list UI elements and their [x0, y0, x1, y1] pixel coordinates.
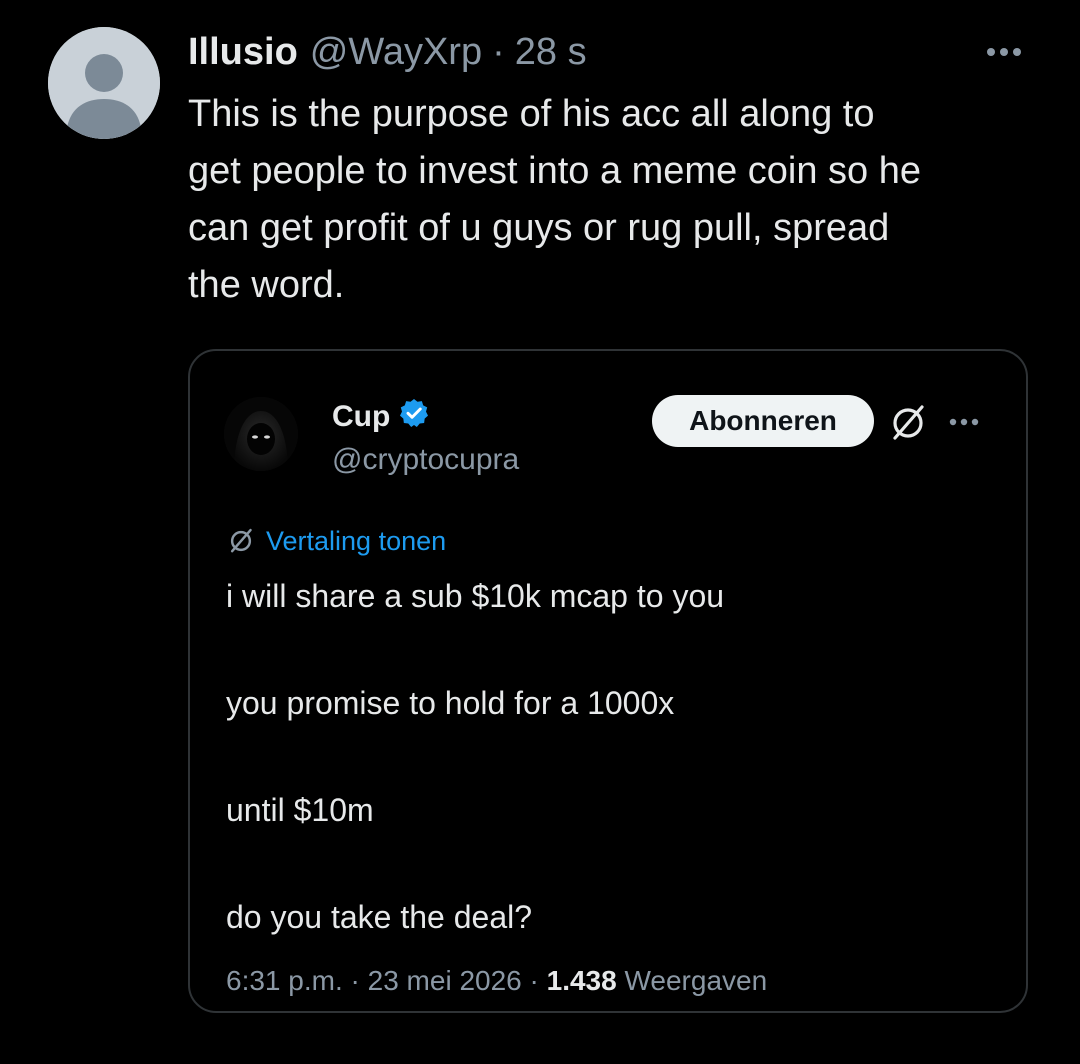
quoted-tweet[interactable]: Cup @cryptocupra Abonneren Vertaling ton… [188, 349, 1028, 1013]
quoted-text-line: you promise to hold for a 1000x [226, 685, 675, 721]
tweet-timestamp[interactable]: 28 s [515, 31, 587, 74]
subscribe-button[interactable]: Abonneren [652, 395, 874, 447]
user-avatar[interactable] [48, 27, 160, 139]
show-translation-label: Vertaling tonen [266, 525, 447, 556]
quoted-date[interactable]: 23 mei 2026 [368, 965, 522, 996]
tweet-text: This is the purpose of his acc all along… [188, 93, 922, 306]
verified-badge-icon [398, 397, 430, 437]
display-name[interactable]: Illusio [188, 31, 298, 74]
user-handle[interactable]: @WayXrp [310, 31, 482, 74]
quoted-user-avatar[interactable] [224, 397, 298, 471]
separator-dot: · [350, 965, 360, 996]
quoted-name-row: Cup [332, 397, 430, 437]
tweet-header: Illusio @WayXrp · 28 s [188, 28, 587, 76]
grok-icon [230, 528, 252, 553]
more-horizontal-icon [949, 418, 979, 426]
show-translation-link[interactable]: Vertaling tonen [226, 523, 446, 559]
tweet: Illusio @WayXrp · 28 s This is the purpo… [0, 0, 1080, 1064]
more-horizontal-icon [987, 48, 1021, 56]
quoted-text-line: do you take the deal? [226, 899, 533, 935]
separator-dot: · [492, 30, 505, 73]
views-label: Weergaven [624, 965, 768, 996]
grok-icon[interactable] [886, 401, 930, 445]
quoted-time[interactable]: 6:31 p.m. [226, 965, 343, 996]
separator-dot: · [529, 965, 539, 996]
quoted-user-handle[interactable]: @cryptocupra [332, 443, 519, 477]
default-avatar-icon [48, 27, 160, 139]
quoted-text-line: i will share a sub $10k mcap to you [226, 578, 725, 614]
quoted-text-line: until $10m [226, 792, 374, 828]
quoted-display-name[interactable]: Cup [332, 400, 390, 434]
views-count: 1.438 [546, 965, 617, 996]
hooded-figure-avatar-icon [224, 397, 298, 471]
quoted-more-options-button[interactable] [942, 407, 986, 437]
quoted-tweet-meta: 6:31 p.m. · 23 mei 2026 · 1.438 Weergave… [226, 965, 767, 997]
more-options-button[interactable] [976, 30, 1032, 70]
